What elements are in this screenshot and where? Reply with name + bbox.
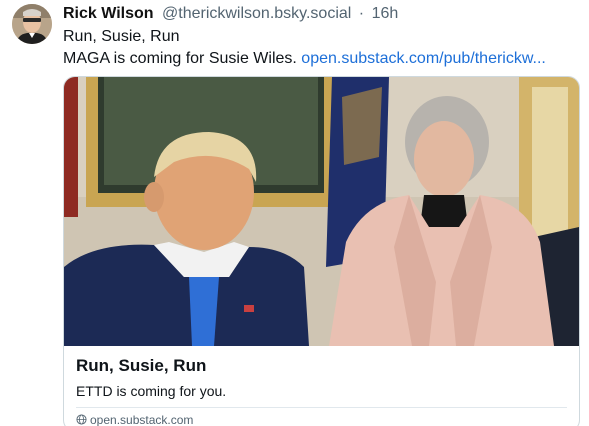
card-description: ETTD is coming for you. [76, 383, 227, 399]
card-title: Run, Susie, Run [76, 356, 207, 375]
link-preview-card[interactable]: Run, Susie, Run ETTD is coming for you. … [63, 76, 580, 426]
post-text: MAGA is coming for Susie Wiles. [63, 50, 302, 67]
separator-dot: · [358, 5, 365, 22]
post-text-line1: Run, Susie, Run [63, 28, 180, 45]
post-text-line2: MAGA is coming for Susie Wiles. open.sub… [63, 49, 546, 69]
author-handle[interactable]: @therickwilson.bsky.social [162, 5, 351, 22]
post-timestamp[interactable]: 16h [372, 5, 399, 22]
post: Rick Wilson @therickwilson.bsky.social ·… [0, 0, 589, 426]
author-name[interactable]: Rick Wilson [63, 5, 154, 22]
post-header: Rick Wilson @therickwilson.bsky.social ·… [63, 4, 398, 24]
avatar-image [12, 4, 52, 44]
card-image [64, 77, 579, 346]
card-domain: open.substack.com [76, 413, 193, 426]
card-divider [76, 407, 567, 408]
card-domain-text: open.substack.com [90, 413, 194, 426]
globe-icon [76, 414, 87, 425]
avatar[interactable] [12, 4, 52, 44]
post-link[interactable]: open.substack.com/pub/therickw... [301, 50, 546, 67]
card-body: Run, Susie, Run ETTD is coming for you. … [64, 346, 579, 426]
